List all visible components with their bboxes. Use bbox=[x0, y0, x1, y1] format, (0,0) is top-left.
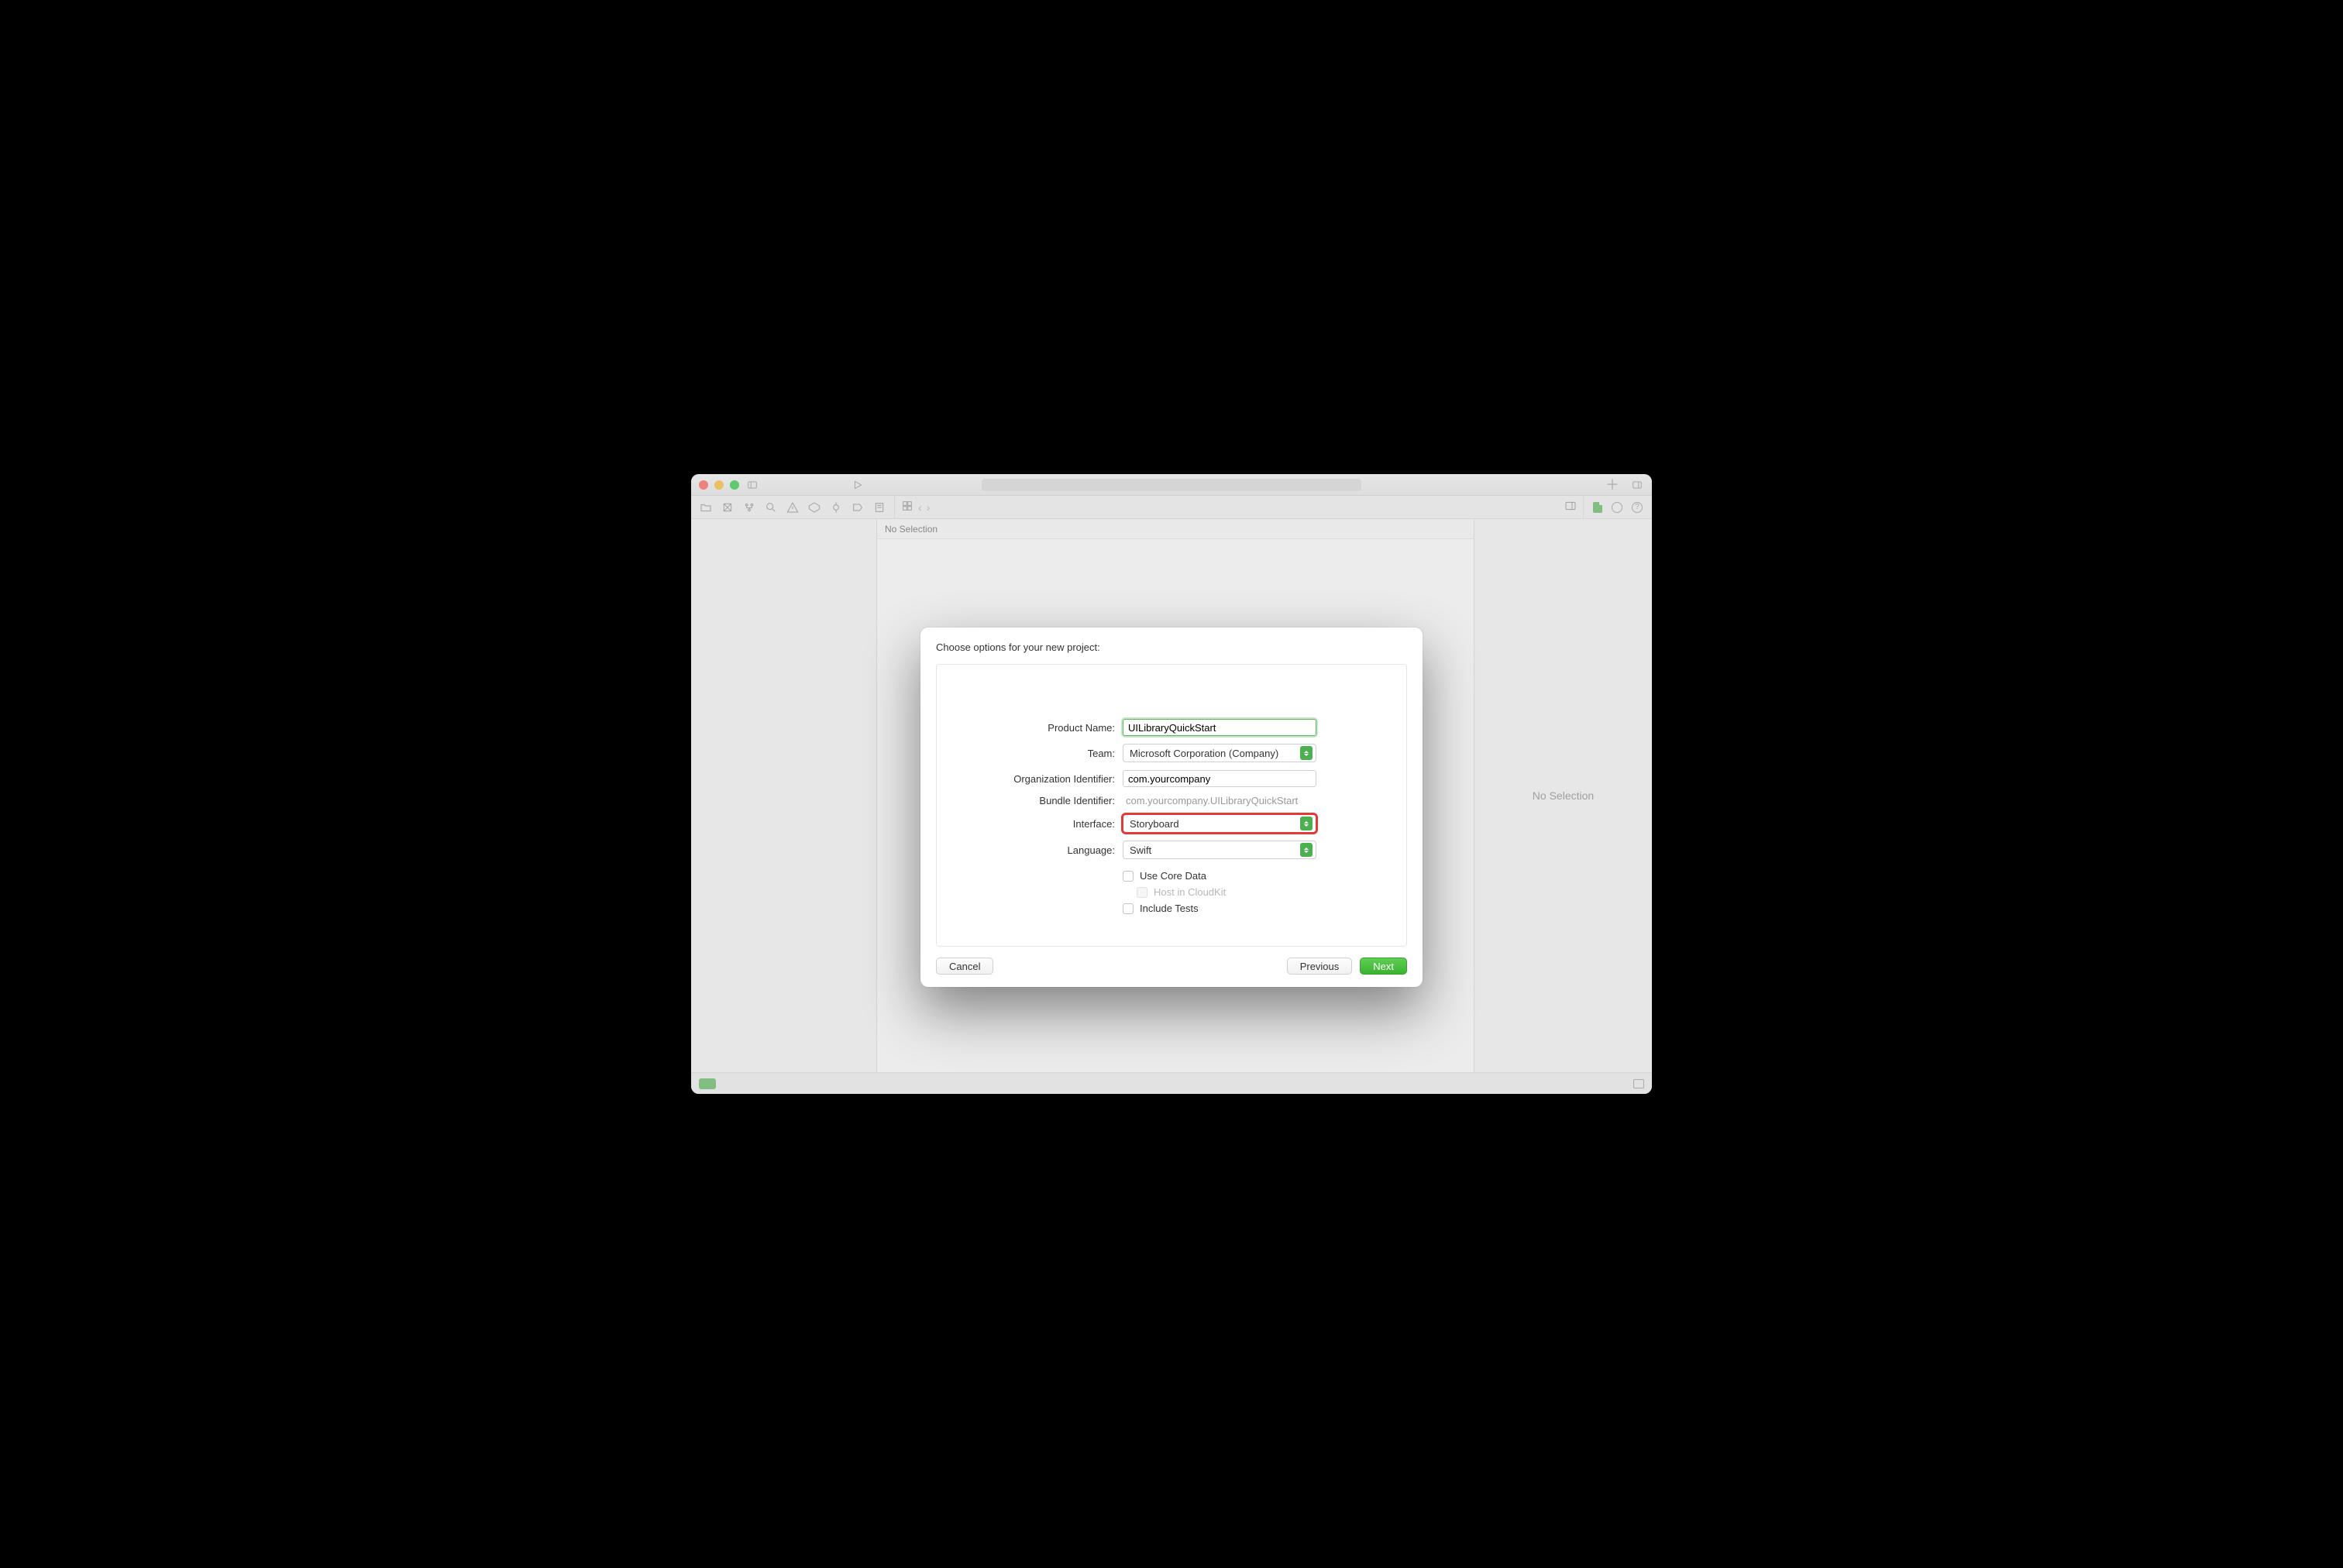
cloudkit-checkbox: Host in CloudKit bbox=[1123, 886, 1383, 898]
zoom-window-button[interactable] bbox=[730, 480, 739, 490]
product-name-label: Product Name: bbox=[960, 722, 1115, 734]
next-button[interactable]: Next bbox=[1360, 958, 1407, 975]
cancel-button[interactable]: Cancel bbox=[936, 958, 993, 975]
source-control-icon[interactable] bbox=[721, 500, 735, 514]
debug-area-toggle-icon[interactable] bbox=[1633, 1079, 1644, 1088]
cloudkit-label: Host in CloudKit bbox=[1154, 886, 1226, 898]
titlebar: ＋ bbox=[691, 474, 1652, 496]
product-name-field[interactable] bbox=[1123, 719, 1316, 736]
team-select-value: Microsoft Corporation (Company) bbox=[1130, 748, 1278, 759]
new-project-sheet: Choose options for your new project: Pro… bbox=[920, 628, 1423, 987]
reports-icon[interactable] bbox=[872, 500, 886, 514]
language-label: Language: bbox=[960, 844, 1115, 856]
inspector-empty-label: No Selection bbox=[1533, 789, 1594, 802]
tests-label: Include Tests bbox=[1140, 903, 1199, 914]
team-select[interactable]: Microsoft Corporation (Company) bbox=[1123, 744, 1316, 762]
back-icon[interactable]: ‹ bbox=[918, 501, 922, 514]
editor-breadcrumb: No Selection bbox=[877, 519, 1474, 539]
org-id-label: Organization Identifier: bbox=[960, 773, 1115, 785]
previous-button[interactable]: Previous bbox=[1287, 958, 1353, 975]
org-id-field[interactable] bbox=[1123, 770, 1316, 787]
related-items-icon[interactable] bbox=[901, 500, 913, 514]
add-tab-icon[interactable]: ＋ bbox=[1605, 478, 1619, 492]
close-window-button[interactable] bbox=[699, 480, 708, 490]
checkbox-icon bbox=[1137, 887, 1147, 898]
bundle-id-label: Bundle Identifier: bbox=[960, 795, 1115, 806]
navigator-toolbar: ‹ › ? bbox=[691, 496, 1652, 519]
minimize-window-button[interactable] bbox=[714, 480, 724, 490]
sheet-title: Choose options for your new project: bbox=[936, 641, 1407, 653]
no-selection-label: No Selection bbox=[885, 524, 938, 535]
language-select-value: Swift bbox=[1130, 844, 1151, 856]
checkbox-icon bbox=[1123, 903, 1134, 914]
sidebar-toggle-icon[interactable] bbox=[745, 480, 759, 490]
help-inspector-icon[interactable]: ? bbox=[1632, 502, 1643, 513]
include-tests-checkbox[interactable]: Include Tests bbox=[1123, 903, 1383, 914]
run-icon[interactable] bbox=[851, 480, 865, 490]
search-icon[interactable] bbox=[764, 500, 778, 514]
bundle-id-value: com.yourcompany.UILibraryQuickStart bbox=[1123, 795, 1298, 806]
tests-icon[interactable] bbox=[807, 500, 821, 514]
activity-field bbox=[982, 479, 1361, 491]
window-controls bbox=[699, 480, 739, 490]
checkbox-icon bbox=[1123, 871, 1134, 882]
debug-icon[interactable] bbox=[829, 500, 843, 514]
history-inspector-icon[interactable] bbox=[1612, 502, 1622, 513]
core-data-checkbox[interactable]: Use Core Data bbox=[1123, 870, 1383, 882]
breakpoints-icon[interactable] bbox=[851, 500, 865, 514]
stepper-icon bbox=[1300, 843, 1313, 857]
core-data-label: Use Core Data bbox=[1140, 870, 1206, 882]
stepper-icon bbox=[1300, 746, 1313, 760]
file-inspector-icon[interactable] bbox=[1593, 502, 1602, 513]
symbols-icon[interactable] bbox=[742, 500, 756, 514]
language-select[interactable]: Swift bbox=[1123, 841, 1316, 859]
library-icon[interactable] bbox=[1630, 480, 1644, 490]
sheet-form-area: Product Name: Team: Microsoft Corporatio… bbox=[936, 664, 1407, 947]
inspector-pane: No Selection bbox=[1474, 519, 1652, 1072]
folder-icon[interactable] bbox=[699, 500, 713, 514]
forward-icon[interactable]: › bbox=[927, 501, 931, 514]
filter-chip[interactable] bbox=[699, 1078, 716, 1089]
issues-icon[interactable] bbox=[786, 500, 800, 514]
stepper-icon bbox=[1300, 817, 1313, 830]
interface-select[interactable]: Storyboard bbox=[1123, 814, 1316, 833]
interface-label: Interface: bbox=[960, 818, 1115, 830]
navigator-pane bbox=[691, 519, 877, 1072]
team-label: Team: bbox=[960, 748, 1115, 759]
bottom-bar bbox=[691, 1072, 1652, 1094]
minimap-icon[interactable] bbox=[1564, 500, 1577, 514]
interface-select-value: Storyboard bbox=[1130, 818, 1179, 830]
